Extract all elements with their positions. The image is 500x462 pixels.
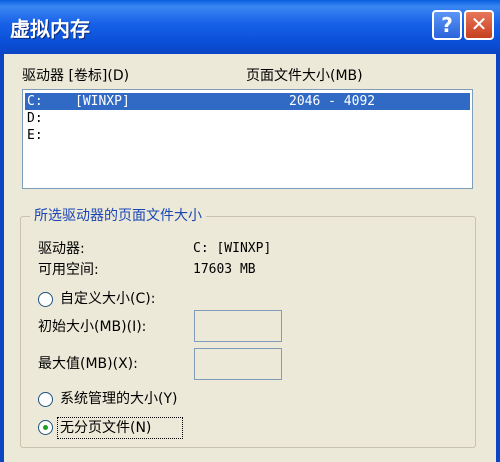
drive-column-header: 驱动器 [卷标](D) [22,68,130,84]
initial-size-input[interactable] [194,310,282,342]
group-title: 所选驱动器的页面文件大小 [30,207,206,225]
drive-listbox[interactable]: C: [WINXP] 2046 - 4092 D: E: [22,89,473,189]
max-size-label: 最大值(MB)(X): [38,356,138,372]
no-paging-file-label[interactable]: 无分页文件(N) [60,419,151,437]
window-title: 虚拟内存 [10,17,90,41]
drive-info-value: C: [WINXP] [193,241,272,256]
custom-size-radio[interactable] [38,292,53,307]
close-button[interactable]: ✕ [464,10,494,40]
drive-volume-label: [WINXP] [75,94,130,109]
system-managed-label[interactable]: 系统管理的大小(Y) [60,390,177,408]
system-managed-radio[interactable] [38,392,53,407]
free-space-label: 可用空间: [38,262,99,278]
custom-size-label[interactable]: 自定义大小(C): [60,290,155,308]
window-frame-right [496,54,500,462]
drive-info-label: 驱动器: [38,241,85,257]
drive-row-e[interactable]: E: [25,127,470,144]
drive-page-size: 2046 - 4092 [289,94,376,109]
size-column-header: 页面文件大小(MB) [246,68,363,84]
help-button[interactable]: ? [432,10,462,40]
title-bar[interactable]: 虚拟内存 ? ✕ [0,0,500,54]
max-size-input[interactable] [194,348,282,380]
drive-row-d[interactable]: D: [25,110,470,127]
drive-row-c[interactable]: C: [WINXP] 2046 - 4092 [25,93,470,110]
no-paging-file-radio[interactable] [38,420,53,435]
drive-letter: E: [27,128,43,143]
free-space-value: 17603 MB [193,262,256,277]
initial-size-label: 初始大小(MB)(I): [38,319,147,335]
window-frame-left [0,54,4,462]
drive-letter: C: [27,94,43,109]
drive-letter: D: [27,111,43,126]
